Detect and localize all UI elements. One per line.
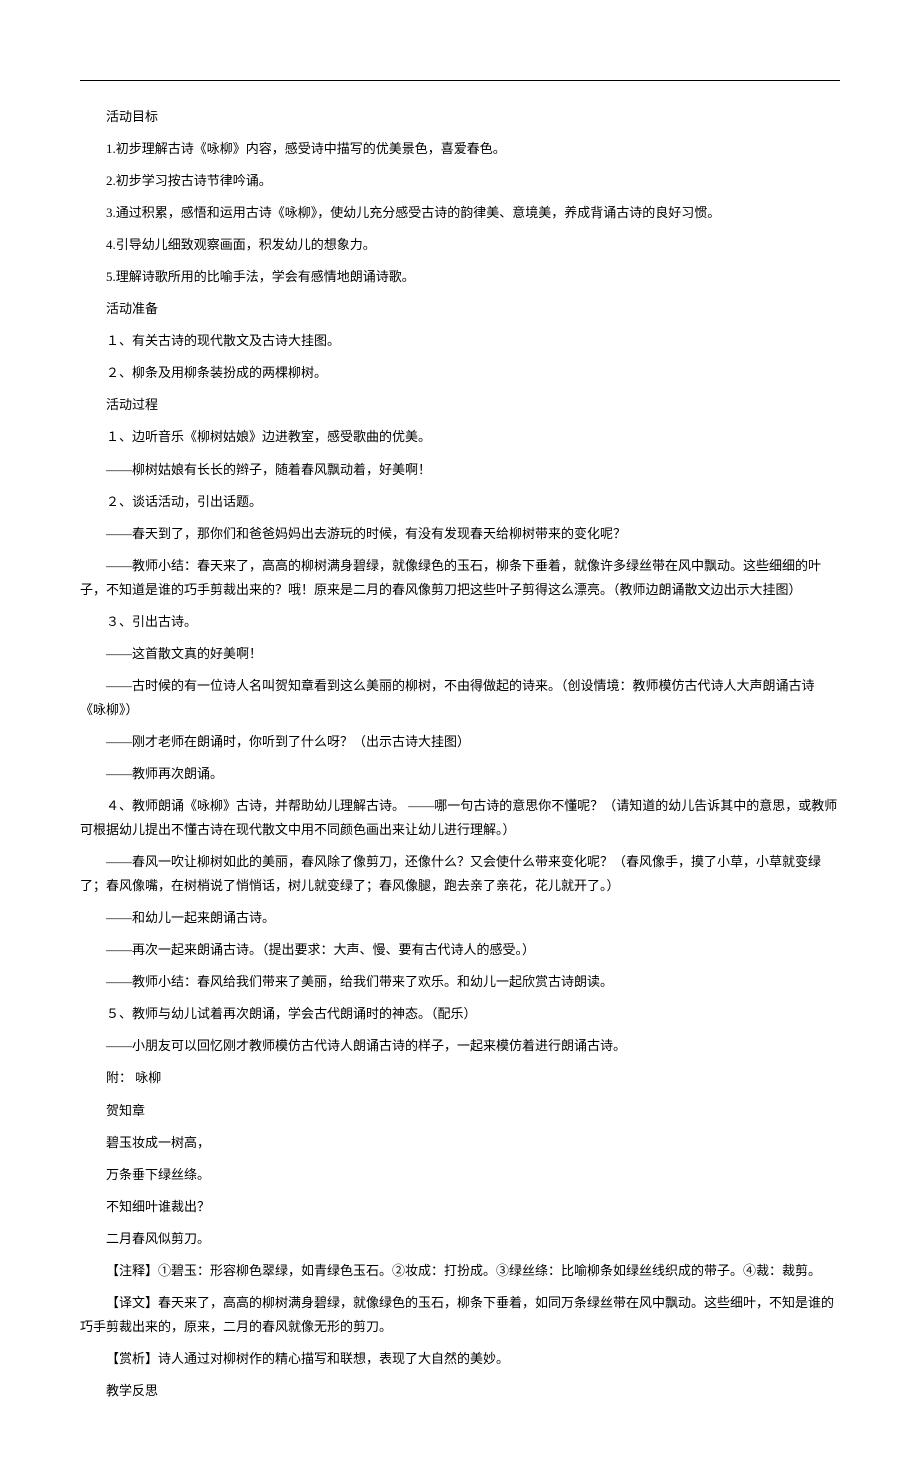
top-divider: [80, 80, 840, 81]
document-body: 活动目标 1.初步理解古诗《咏柳》内容，感受诗中描写的优美景色，喜爱春色。 2.初步…: [80, 105, 840, 1403]
paragraph: 不知细叶谁裁出？: [80, 1195, 840, 1219]
paragraph: ２、谈话活动，引出话题。: [80, 490, 840, 514]
paragraph: 活动目标: [80, 105, 840, 129]
paragraph: 【注释】①碧玉：形容柳色翠绿，如青绿色玉石。②妆成：打扮成。③绿丝绦：比喻柳条如…: [80, 1259, 840, 1283]
paragraph: 5.理解诗歌所用的比喻手法，学会有感情地朗诵诗歌。: [80, 265, 840, 289]
paragraph: １、边听音乐《柳树姑娘》边进教室，感受歌曲的优美。: [80, 425, 840, 449]
paragraph: ——和幼儿一起来朗诵古诗。: [80, 906, 840, 930]
paragraph: 1.初步理解古诗《咏柳》内容，感受诗中描写的优美景色，喜爱春色。: [80, 137, 840, 161]
paragraph: ２、柳条及用柳条装扮成的两棵柳树。: [80, 361, 840, 385]
paragraph: ——教师再次朗诵。: [80, 762, 840, 786]
paragraph: ５、教师与幼儿试着再次朗诵，学会古代朗诵时的神态。（配乐）: [80, 1002, 840, 1026]
paragraph: 教学反思: [80, 1379, 840, 1403]
paragraph: 活动过程: [80, 393, 840, 417]
paragraph: ——这首散文真的好美啊！: [80, 642, 840, 666]
paragraph: ——春风一吹让柳树如此的美丽，春风除了像剪刀，还像什么？又会使什么带来变化呢？（…: [80, 850, 840, 898]
paragraph: 万条垂下绿丝绦。: [80, 1163, 840, 1187]
paragraph: ——古时候的有一位诗人名叫贺知章看到这么美丽的柳树，不由得做起的诗来。（创设情境…: [80, 674, 840, 722]
paragraph: ——教师小结：春风给我们带来了美丽，给我们带来了欢乐。和幼儿一起欣赏古诗朗读。: [80, 970, 840, 994]
paragraph: ——小朋友可以回忆刚才教师模仿古代诗人朗诵古诗的样子，一起来模仿着进行朗诵古诗。: [80, 1034, 840, 1058]
paragraph: 贺知章: [80, 1099, 840, 1123]
paragraph: ——教师小结：春天来了，高高的柳树满身碧绿，就像绿色的玉石，柳条下垂着，就像许多…: [80, 554, 840, 602]
paragraph: ４、教师朗诵《咏柳》古诗，并帮助幼儿理解古诗。 ——哪一句古诗的意思你不懂呢？（…: [80, 794, 840, 842]
paragraph: 二月春风似剪刀。: [80, 1227, 840, 1251]
paragraph: 2.初步学习按古诗节律吟诵。: [80, 169, 840, 193]
paragraph: １、有关古诗的现代散文及古诗大挂图。: [80, 329, 840, 353]
paragraph: 【译文】春天来了，高高的柳树满身碧绿，就像绿色的玉石，柳条下垂着，如同万条绿丝带…: [80, 1291, 840, 1339]
paragraph: ３、引出古诗。: [80, 610, 840, 634]
paragraph: ——再次一起来朗诵古诗。（提出要求：大声、慢、要有古代诗人的感受。）: [80, 938, 840, 962]
paragraph: 【赏析】诗人通过对柳树作的精心描写和联想，表现了大自然的美妙。: [80, 1347, 840, 1371]
paragraph: 活动准备: [80, 297, 840, 321]
document-page: 活动目标 1.初步理解古诗《咏柳》内容，感受诗中描写的优美景色，喜爱春色。 2.初步…: [0, 0, 920, 1471]
paragraph: ——刚才老师在朗诵时，你听到了什么呀？（出示古诗大挂图）: [80, 730, 840, 754]
paragraph: ——柳树姑娘有长长的辫子，随着春风飘动着，好美啊！: [80, 458, 840, 482]
paragraph: 附： 咏柳: [80, 1066, 840, 1090]
paragraph: 碧玉妆成一树高，: [80, 1131, 840, 1155]
paragraph: 4.引导幼儿细致观察画面，积发幼儿的想象力。: [80, 233, 840, 257]
paragraph: 3.通过积累，感悟和运用古诗《咏柳》，使幼儿充分感受古诗的韵律美、意境美，养成背…: [80, 201, 840, 225]
paragraph: ——春天到了，那你们和爸爸妈妈出去游玩的时候，有没有发现春天给柳树带来的变化呢？: [80, 522, 840, 546]
